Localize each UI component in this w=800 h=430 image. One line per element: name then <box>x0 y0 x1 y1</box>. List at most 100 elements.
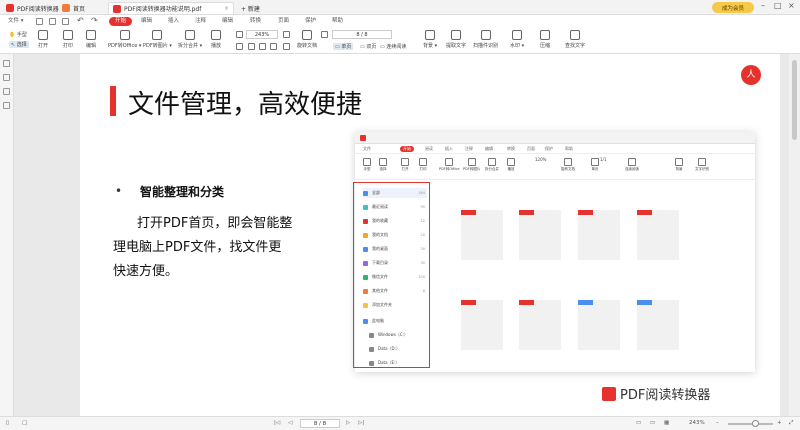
page-indicator[interactable]: 8 / 8 <box>300 419 340 428</box>
mini-menu-item: 开始 <box>400 146 414 152</box>
image-icon <box>152 30 163 40</box>
first-page-status-icon[interactable]: |◁ <box>274 420 280 426</box>
double-page-button[interactable]: ▭ 双页 <box>360 43 376 50</box>
new-tab-button[interactable]: + 新建 <box>237 2 264 14</box>
view-single-icon[interactable]: ▭ <box>636 420 641 426</box>
maximize-icon[interactable]: □ <box>774 1 782 10</box>
annotation-icon[interactable] <box>3 88 10 95</box>
menu-insert[interactable]: 插入 <box>168 17 179 26</box>
zoom-slider-thumb[interactable] <box>752 420 759 427</box>
redo-icon[interactable]: ↷ <box>91 16 98 25</box>
mini-tool-icon <box>591 158 599 166</box>
view-grid-icon[interactable]: ▦ <box>664 420 669 426</box>
vertical-scrollbar[interactable] <box>789 54 800 416</box>
extract-text-label: 提取文字 <box>446 43 467 49</box>
zoom-slider[interactable] <box>728 423 773 425</box>
pdf-to-office-button[interactable]: PDF转Office ▾ <box>108 30 141 49</box>
menu-convert[interactable]: 转换 <box>250 17 261 26</box>
menu-annotate[interactable]: 注释 <box>195 17 206 26</box>
mini-zoom: 120% <box>535 157 547 162</box>
fit-icon[interactable]: ⤢ <box>789 420 793 427</box>
tab-document-label: PDF阅读转换器功能说明.pdf <box>124 6 202 13</box>
rotate-button[interactable]: 旋转文档 <box>297 30 317 49</box>
thumbnail-icon[interactable] <box>3 60 10 67</box>
find-text-button[interactable]: 查找文字 <box>565 30 585 49</box>
menu-edit-1[interactable]: 编辑 <box>141 17 152 26</box>
prev-page-icon[interactable] <box>283 43 290 50</box>
print-quick-icon[interactable] <box>62 18 69 25</box>
menu-edit-2[interactable]: 编辑 <box>222 17 233 26</box>
hand-tool[interactable]: ✋ 手型 <box>9 31 27 38</box>
next-page-status-icon[interactable]: ▷ <box>346 420 350 426</box>
pdf-to-image-label: PDF转图片 ▾ <box>143 43 172 49</box>
rotate-icon <box>302 30 312 40</box>
view-double-icon[interactable]: ▭ <box>650 420 655 426</box>
paragraph-line: 打开PDF首页，即会智能整 <box>137 216 293 231</box>
watermark-button[interactable]: 水印 ▾ <box>510 30 524 49</box>
zoom-in-icon[interactable] <box>236 31 243 38</box>
mini-tool-button: 旋转文档 <box>561 158 575 172</box>
print-button[interactable]: 打印 <box>63 30 73 49</box>
mini-file-card <box>519 300 561 350</box>
brand-logo-icon: 人 <box>741 65 761 85</box>
extract-text-button[interactable]: 提取文字 <box>446 30 466 49</box>
save-icon[interactable] <box>36 18 43 25</box>
mini-tool-button: 手型 <box>363 158 371 172</box>
hand-label: 手型 <box>16 32 27 38</box>
select-label: 选择 <box>16 42 27 48</box>
zoom-in-status-icon[interactable]: + <box>777 420 782 426</box>
tab-home[interactable]: 首页 <box>58 2 89 14</box>
open-button[interactable]: 打开 <box>38 30 48 49</box>
mini-file-card <box>578 210 620 260</box>
scroll-thumb[interactable] <box>792 60 797 140</box>
fit-width-icon[interactable] <box>248 43 255 50</box>
attachment-icon[interactable] <box>3 102 10 109</box>
fit-page-icon[interactable] <box>259 43 266 50</box>
prev-page-status-icon[interactable]: ◁ <box>288 420 292 426</box>
minimize-icon[interactable]: – <box>761 1 765 10</box>
pdf-to-image-button[interactable]: PDF转图片 ▾ <box>143 30 172 49</box>
last-page-status-icon[interactable]: ▷| <box>358 420 364 426</box>
mini-tool-label: 选择 <box>379 167 387 171</box>
scan-ocr-button[interactable]: 扫描件识别 <box>473 30 498 49</box>
zoom-status[interactable]: 243% <box>689 420 705 426</box>
menu-file[interactable]: 文件 ▾ <box>8 17 24 26</box>
sidebar-toggle-icon[interactable]: ▯ <box>6 420 9 426</box>
close-tab-icon[interactable]: × <box>224 5 229 12</box>
save-as-icon[interactable] <box>49 18 56 25</box>
single-page-button[interactable]: ▭ 单页 <box>333 43 354 50</box>
vip-button[interactable]: 成为会员 <box>712 2 754 13</box>
compress-button[interactable]: 压缩 <box>540 30 550 49</box>
fullscreen-icon[interactable]: ▢ <box>22 420 27 426</box>
app-menu-tab[interactable]: PDF阅读转换器 <box>2 2 63 14</box>
mini-tool-button: PDF转Office <box>439 158 460 172</box>
undo-icon[interactable]: ↶ <box>77 16 84 25</box>
page-indicator-value: 8 / 8 <box>313 421 327 427</box>
select-tool[interactable]: ↖ 选择 <box>9 41 29 48</box>
first-page-icon[interactable] <box>283 31 290 38</box>
tab-document[interactable]: PDF阅读转换器功能说明.pdf × <box>108 2 234 14</box>
menu-page[interactable]: 页面 <box>278 17 289 26</box>
background-button[interactable]: 背景 ▾ <box>423 30 437 49</box>
actual-size-icon[interactable] <box>270 43 277 50</box>
zoom-out-icon[interactable] <box>236 43 243 50</box>
close-window-icon[interactable]: × <box>788 1 795 10</box>
last-page-icon[interactable] <box>321 31 328 38</box>
menu-help[interactable]: 帮助 <box>332 17 343 26</box>
continuous-button[interactable]: ▭ 连续阅读 <box>380 43 406 50</box>
page-input[interactable]: 8 / 8 <box>332 30 392 39</box>
mini-tool-button: 连续阅读 <box>625 158 639 172</box>
zoom-out-status-icon[interactable]: – <box>716 420 719 426</box>
edit-button[interactable]: 编辑 <box>86 30 96 49</box>
split-merge-button[interactable]: 拆分合并 ▾ <box>178 30 202 49</box>
play-button[interactable]: 播放 <box>211 30 221 49</box>
menu-start[interactable]: 开始 <box>109 17 133 26</box>
mini-file-tag <box>519 300 534 305</box>
bookmark-icon[interactable] <box>3 74 10 81</box>
menu-protect[interactable]: 保护 <box>305 17 316 26</box>
brand-footer-icon <box>602 386 616 401</box>
double-label: 双页 <box>366 44 377 50</box>
zoom-select[interactable]: 243% <box>246 30 278 39</box>
menu-bar: 文件 ▾ ↶ ↷ 开始 编辑 插入 注释 编辑 转换 页面 保护 帮助 <box>0 15 800 28</box>
toolbar: ✋ 手型 ↖ 选择 打开 打印 编辑 PDF转Office ▾ PDF转图片 ▾… <box>0 28 800 54</box>
